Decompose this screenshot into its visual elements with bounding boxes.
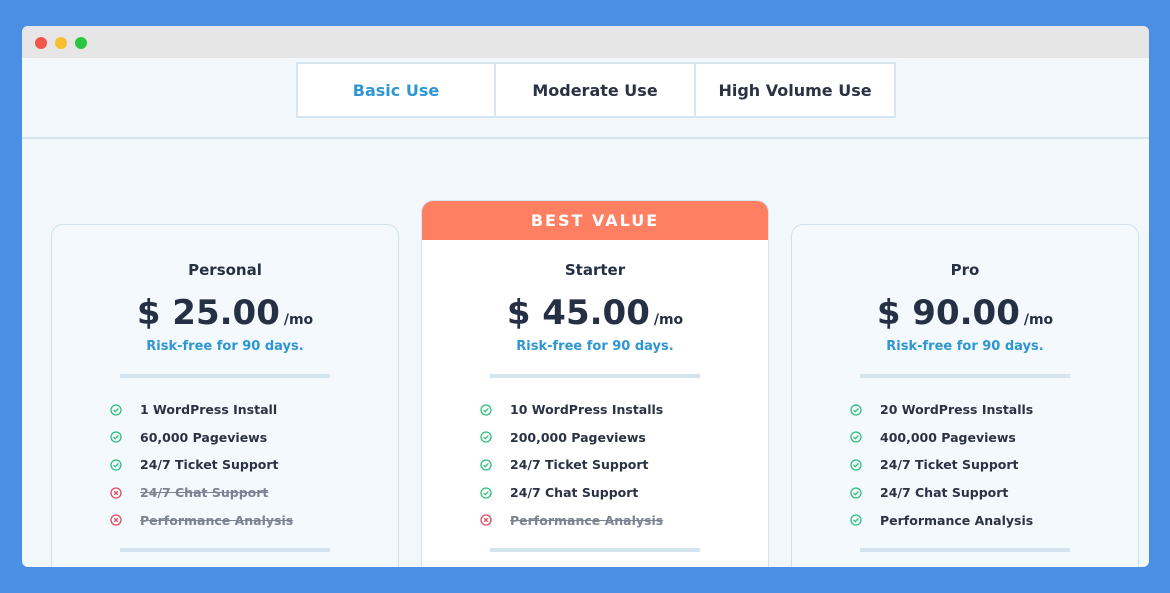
plan-price: $ 25.00 — [136, 293, 280, 333]
tab-basic-use[interactable]: Basic Use — [296, 62, 496, 118]
feature-text: 24/7 Chat Support — [510, 485, 639, 501]
tab-high-volume-use[interactable]: High Volume Use — [696, 62, 896, 118]
feature-text: 24/7 Chat Support — [140, 485, 269, 501]
plan-card-pro: Pro $ 90.00/mo Risk-free for 90 days. 20… — [791, 224, 1139, 567]
check-circle-icon — [480, 459, 492, 471]
usage-tabs: Basic Use Moderate Use High Volume Use — [296, 62, 896, 118]
plan-period: /mo — [653, 312, 684, 328]
check-circle-icon — [480, 404, 492, 416]
feature-item: 24/7 Ticket Support — [110, 451, 398, 479]
feature-item: Performance Analysis — [110, 506, 398, 534]
feature-item: 1 WordPress Install — [110, 396, 398, 424]
tabs-divider — [22, 137, 1149, 139]
divider — [860, 374, 1070, 378]
plan-name: Personal — [188, 261, 262, 279]
check-circle-icon — [110, 459, 122, 471]
check-circle-icon — [850, 404, 862, 416]
feature-text: Performance Analysis — [510, 512, 664, 528]
check-circle-icon — [480, 431, 492, 444]
feature-item: Performance Analysis — [480, 506, 768, 534]
feature-text: 24/7 Chat Support — [880, 485, 1009, 501]
feature-list: 20 WordPress Installs 400,000 Pageviews … — [792, 396, 1138, 534]
check-circle-icon — [850, 514, 862, 526]
plan-price: $ 90.00 — [876, 293, 1020, 333]
check-circle-icon — [480, 486, 492, 499]
plan-name: Starter — [564, 261, 626, 279]
feature-item: 60,000 Pageviews — [110, 424, 398, 452]
cross-circle-icon — [110, 514, 122, 526]
feature-item: 10 WordPress Installs — [480, 396, 768, 424]
price-row: $ 25.00/mo — [52, 293, 398, 333]
price-row: $ 90.00/mo — [792, 293, 1138, 333]
feature-text: 24/7 Ticket Support — [140, 457, 279, 473]
feature-item: 24/7 Ticket Support — [480, 451, 768, 479]
close-window-button[interactable] — [35, 37, 47, 49]
title-bar — [22, 26, 1149, 58]
divider — [120, 374, 330, 378]
plan-price: $ 45.00 — [506, 293, 650, 333]
risk-free-note: Risk-free for 90 days. — [516, 339, 674, 354]
feature-text: 200,000 Pageviews — [510, 429, 646, 445]
feature-item: 20 WordPress Installs — [850, 396, 1138, 424]
feature-text: 1 WordPress Install — [140, 402, 278, 418]
feature-list: 1 WordPress Install 60,000 Pageviews 24/… — [52, 396, 398, 534]
tab-moderate-use[interactable]: Moderate Use — [496, 62, 696, 118]
plan-period: /mo — [1023, 312, 1054, 328]
feature-item: 400,000 Pageviews — [850, 424, 1138, 452]
feature-text: Performance Analysis — [880, 512, 1034, 528]
feature-item: 200,000 Pageviews — [480, 424, 768, 452]
feature-text: 20 WordPress Installs — [880, 402, 1034, 418]
plan-period: /mo — [283, 312, 314, 328]
check-circle-icon — [110, 404, 122, 416]
best-value-badge: BEST VALUE — [422, 201, 768, 240]
minimize-window-button[interactable] — [55, 37, 67, 49]
plan-name: Pro — [950, 261, 980, 279]
feature-list: 10 WordPress Installs 200,000 Pageviews … — [422, 396, 768, 534]
check-circle-icon — [850, 431, 862, 444]
divider — [120, 547, 330, 552]
risk-free-note: Risk-free for 90 days. — [886, 339, 1044, 354]
check-circle-icon — [110, 431, 122, 444]
feature-text: 24/7 Ticket Support — [510, 457, 649, 473]
check-circle-icon — [850, 486, 862, 499]
feature-text: 400,000 Pageviews — [880, 429, 1016, 445]
plan-card-starter: BEST VALUE Starter $ 45.00/mo Risk-free … — [421, 200, 769, 567]
price-row: $ 45.00/mo — [422, 293, 768, 333]
feature-item: 24/7 Chat Support — [480, 479, 768, 507]
cross-circle-icon — [480, 514, 492, 526]
divider — [490, 374, 700, 378]
maximize-window-button[interactable] — [75, 37, 87, 49]
feature-text: 10 WordPress Installs — [510, 402, 664, 418]
plan-card-personal: Personal $ 25.00/mo Risk-free for 90 day… — [51, 224, 399, 567]
check-circle-icon — [850, 459, 862, 471]
feature-item: 24/7 Chat Support — [850, 479, 1138, 507]
feature-item: 24/7 Chat Support — [110, 479, 398, 507]
feature-item: Performance Analysis — [850, 506, 1138, 534]
browser-window: Basic Use Moderate Use High Volume Use P… — [22, 26, 1149, 567]
feature-text: Performance Analysis — [140, 512, 294, 528]
risk-free-note: Risk-free for 90 days. — [146, 339, 304, 354]
divider — [860, 547, 1070, 552]
feature-text: 60,000 Pageviews — [140, 429, 268, 445]
divider — [490, 547, 700, 552]
feature-item: 24/7 Ticket Support — [850, 451, 1138, 479]
cross-circle-icon — [110, 486, 122, 499]
feature-text: 24/7 Ticket Support — [880, 457, 1019, 473]
